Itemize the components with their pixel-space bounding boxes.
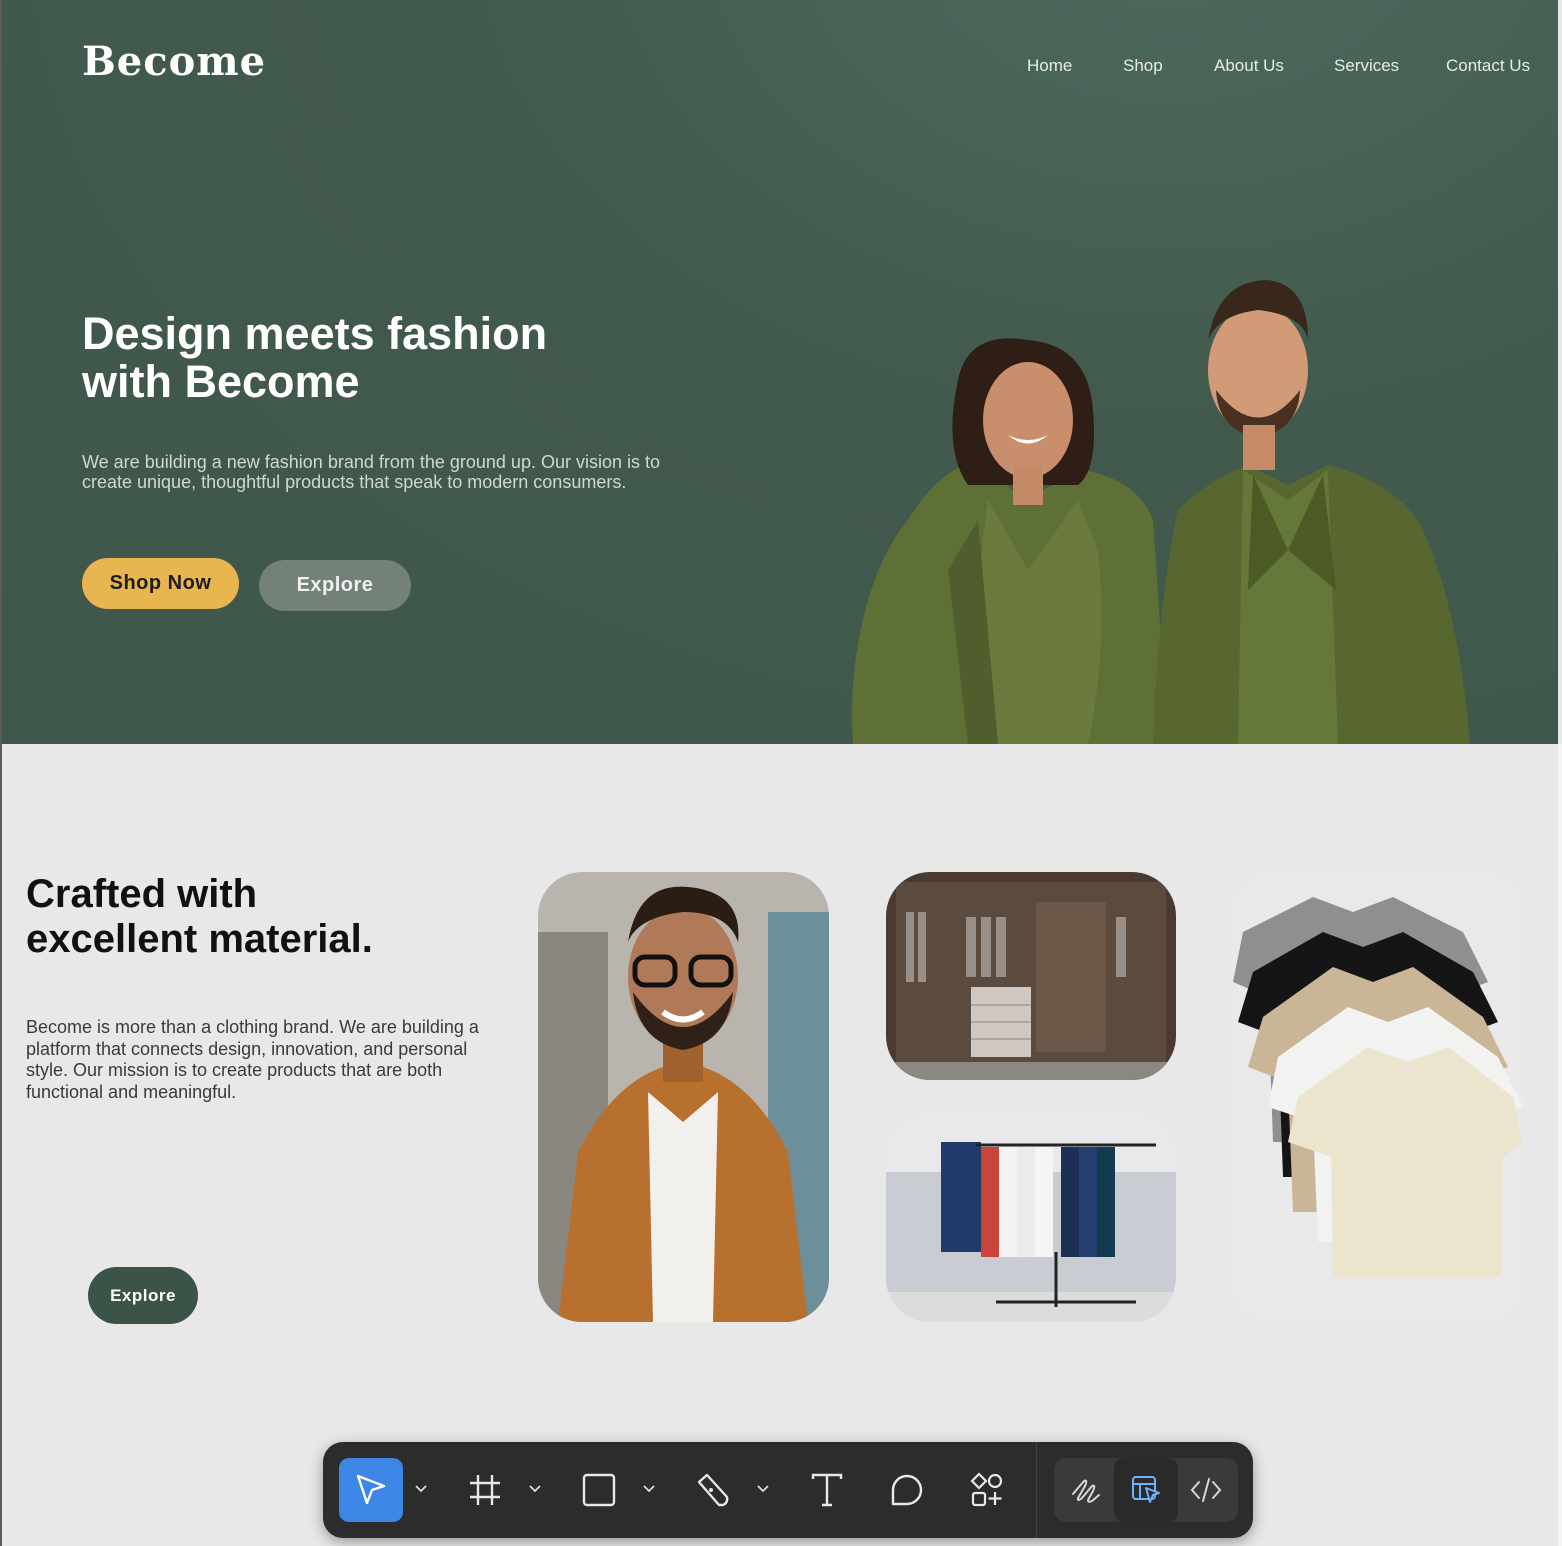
tshirts-photo (1233, 872, 1523, 1323)
hero-title-line: Design meets fashion (82, 308, 548, 359)
nav-services[interactable]: Services (1334, 56, 1399, 76)
draw-squiggle-icon (1072, 1479, 1100, 1503)
frame-tool-dropdown[interactable] (525, 1478, 545, 1500)
shop-now-button[interactable]: Shop Now (82, 558, 239, 609)
frame-hash-icon (470, 1475, 500, 1505)
hero-models-image (852, 280, 1470, 744)
text-t-icon (811, 1473, 843, 1507)
man-figure (1153, 280, 1470, 744)
hero-description: We are building a new fashion brand from… (82, 452, 660, 492)
shapes-plus-icon (970, 1472, 1003, 1507)
actions-tool-button[interactable] (955, 1458, 1019, 1522)
pen-tool-button[interactable] (681, 1458, 745, 1522)
hero-title-line: with Become (82, 356, 360, 407)
frame-tool-button[interactable] (453, 1458, 517, 1522)
comment-tool-button[interactable] (875, 1458, 939, 1522)
design-mode-button[interactable] (1114, 1458, 1178, 1522)
chevron-down-icon (415, 1485, 427, 1493)
nav-about-us[interactable]: About Us (1214, 56, 1284, 76)
hero-title: Design meets fashion with Become (82, 310, 702, 406)
shape-tool-button[interactable] (567, 1458, 631, 1522)
nav-home[interactable]: Home (1027, 56, 1072, 76)
nav-shop[interactable]: Shop (1123, 56, 1163, 76)
code-brackets-icon (1190, 1478, 1222, 1502)
section-title-line: excellent material. (26, 917, 373, 961)
move-tool-dropdown[interactable] (411, 1478, 431, 1500)
move-tool-button[interactable] (339, 1458, 403, 1522)
draw-mode-button[interactable] (1054, 1458, 1118, 1522)
toolbar-divider (1036, 1442, 1037, 1538)
pen-icon (697, 1473, 729, 1507)
section-explore-button[interactable]: Explore (88, 1267, 198, 1324)
dev-mode-button[interactable] (1174, 1458, 1238, 1522)
nav-contact-us[interactable]: Contact Us (1446, 56, 1530, 76)
clothing-rack-photo (886, 1112, 1176, 1322)
hero-section: Become Home Shop About Us Services Conta… (2, 0, 1558, 744)
cursor-arrow-icon (356, 1474, 386, 1505)
pen-tool-dropdown[interactable] (753, 1478, 773, 1500)
rectangle-icon (582, 1473, 616, 1507)
section-title: Crafted with excellent material. (26, 872, 506, 962)
design-layout-icon (1132, 1476, 1160, 1503)
chevron-down-icon (643, 1485, 655, 1493)
hero-explore-button[interactable]: Explore (259, 560, 411, 611)
brand-logo[interactable]: Become (82, 38, 266, 85)
text-tool-button[interactable] (795, 1458, 859, 1522)
woman-figure (852, 338, 1168, 744)
man-in-jacket-photo (538, 872, 829, 1322)
chevron-down-icon (757, 1485, 769, 1493)
mode-switcher (1054, 1458, 1238, 1522)
comment-bubble-icon (891, 1474, 923, 1506)
chevron-down-icon (529, 1485, 541, 1493)
closet-photo (886, 872, 1176, 1080)
canvas-edge (1558, 744, 1562, 1546)
section-title-line: Crafted with (26, 872, 258, 916)
section-description: Become is more than a clothing brand. We… (26, 1017, 479, 1102)
shape-tool-dropdown[interactable] (639, 1478, 659, 1500)
design-toolbar (323, 1442, 1253, 1538)
